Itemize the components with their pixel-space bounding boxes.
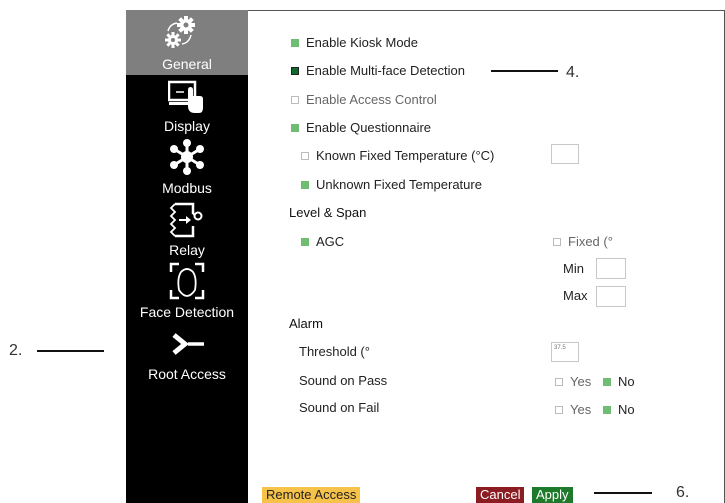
- sidebar-item-general[interactable]: General: [126, 10, 248, 75]
- sidebar-item-label: Root Access: [148, 366, 226, 382]
- sound-fail-yes-radio[interactable]: [555, 406, 563, 414]
- sound-fail-label: Sound on Fail: [299, 400, 380, 415]
- threshold-input[interactable]: 37.5: [551, 342, 579, 362]
- multi-face-checkbox[interactable]: [291, 67, 299, 75]
- multi-face-option[interactable]: Enable Multi-face Detection: [291, 63, 465, 79]
- known-temp-option[interactable]: Known Fixed Temperature (°C): [301, 148, 494, 164]
- sound-fail-yes-option[interactable]: Yes: [555, 402, 591, 418]
- face-frame-icon: [169, 262, 205, 300]
- callout-6: 6.: [676, 484, 690, 501]
- display-touch-icon: [168, 80, 203, 113]
- sidebar-item-label: Display: [164, 118, 210, 134]
- max-input[interactable]: [596, 286, 626, 307]
- known-temp-label: Known Fixed Temperature (°C): [316, 148, 495, 163]
- unknown-temp-label: Unknown Fixed Temperature: [316, 177, 482, 192]
- threshold-value: 37.5: [554, 345, 566, 351]
- sidebar-item-label: General: [162, 56, 212, 72]
- sidebar-item-root-access[interactable]: Root Access: [126, 326, 248, 384]
- agc-option[interactable]: AGC: [301, 234, 344, 250]
- fixed-checkbox[interactable]: [553, 238, 561, 246]
- agc-label: AGC: [316, 234, 345, 249]
- sound-fail-no-option[interactable]: No: [603, 402, 635, 418]
- callout-2: 2.: [9, 342, 23, 359]
- gears-icon: [165, 16, 195, 48]
- agc-checkbox[interactable]: [301, 238, 309, 246]
- alarm-heading: Alarm: [289, 316, 323, 331]
- sound-pass-yes-radio[interactable]: [555, 378, 563, 386]
- sidebar-item-label: Face Detection: [139, 304, 235, 320]
- sidebar-item-face-detection[interactable]: Face Detection: [126, 260, 248, 322]
- sidebar-item-label: Modbus: [162, 180, 212, 196]
- sound-pass-label: Sound on Pass: [299, 373, 388, 388]
- no-label: No: [618, 374, 635, 389]
- callout-line-2: [37, 350, 104, 352]
- known-temp-input[interactable]: [551, 144, 579, 164]
- sound-fail-no-radio[interactable]: [603, 406, 611, 414]
- access-control-label: Enable Access Control: [306, 92, 437, 107]
- sound-pass-yes-option[interactable]: Yes: [555, 374, 591, 390]
- min-input[interactable]: [596, 258, 626, 279]
- questionnaire-checkbox[interactable]: [291, 124, 299, 132]
- unknown-temp-option[interactable]: Unknown Fixed Temperature: [301, 177, 482, 193]
- access-control-option[interactable]: Enable Access Control: [291, 92, 437, 108]
- max-label: Max: [563, 288, 588, 303]
- relay-icon: [169, 202, 203, 238]
- remote-access-button[interactable]: Remote Access: [262, 487, 361, 503]
- yes-label: Yes: [570, 374, 592, 389]
- threshold-label: Threshold (°: [299, 344, 370, 359]
- cancel-button[interactable]: Cancel: [476, 487, 525, 503]
- terminal-prompt-icon: [172, 333, 204, 355]
- callout-line-4: [491, 70, 558, 72]
- no-label: No: [618, 402, 635, 417]
- level-span-heading: Level & Span: [289, 205, 367, 220]
- kiosk-mode-checkbox[interactable]: [291, 39, 299, 47]
- sidebar-item-modbus[interactable]: Modbus: [126, 138, 248, 196]
- multi-face-label: Enable Multi-face Detection: [306, 63, 465, 78]
- sidebar-item-label: Relay: [169, 242, 205, 258]
- fixed-label: Fixed (°: [568, 234, 613, 249]
- questionnaire-option[interactable]: Enable Questionnaire: [291, 120, 431, 136]
- kiosk-mode-label: Enable Kiosk Mode: [306, 35, 419, 50]
- kiosk-mode-option[interactable]: Enable Kiosk Mode: [291, 35, 418, 51]
- panel-border-top: [248, 10, 725, 11]
- sound-pass-no-radio[interactable]: [603, 378, 611, 386]
- yes-label: Yes: [570, 402, 592, 417]
- network-nodes-icon: [170, 139, 204, 175]
- known-temp-checkbox[interactable]: [301, 152, 309, 160]
- min-label: Min: [563, 261, 584, 276]
- unknown-temp-checkbox[interactable]: [301, 181, 309, 189]
- sidebar: General Display Modbus Relay Face Detect…: [126, 10, 248, 503]
- fixed-option[interactable]: Fixed (°: [553, 234, 613, 250]
- sound-pass-no-option[interactable]: No: [603, 374, 635, 390]
- callout-4: 4.: [566, 64, 580, 81]
- sidebar-item-display[interactable]: Display: [126, 78, 248, 136]
- callout-line-6: [594, 492, 652, 494]
- access-control-checkbox[interactable]: [291, 96, 299, 104]
- apply-button[interactable]: Apply: [532, 487, 573, 503]
- questionnaire-label: Enable Questionnaire: [306, 120, 432, 135]
- sidebar-item-relay[interactable]: Relay: [126, 200, 248, 258]
